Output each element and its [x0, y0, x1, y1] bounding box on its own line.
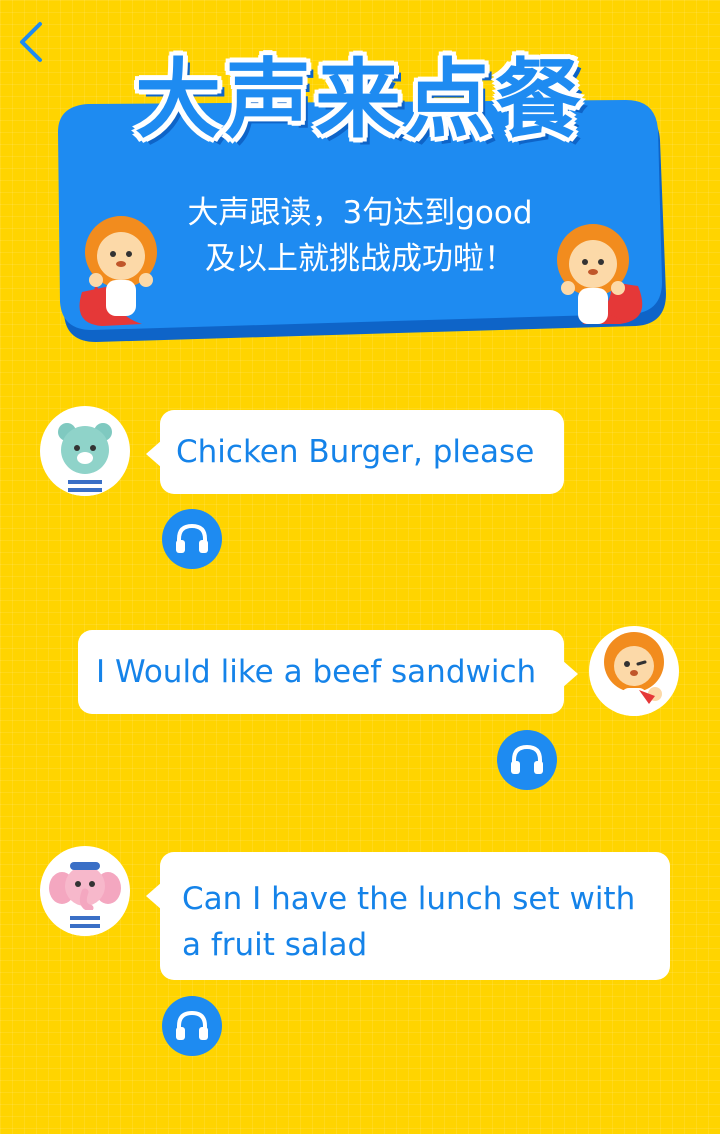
headphones-icon — [511, 744, 543, 774]
headphones-icon — [176, 1010, 208, 1040]
bear-icon — [58, 423, 112, 496]
headphones-icon — [176, 523, 208, 553]
elephant-avatar — [40, 846, 130, 936]
dialogue-bubble-1: Chicken Burger, please — [146, 410, 564, 494]
bear-avatar — [40, 406, 130, 496]
play-audio-button-3[interactable] — [162, 996, 222, 1056]
instructions-text: 大声跟读，3句达到good 及以上就挑战成功啦！ — [152, 190, 568, 282]
elephant-icon — [49, 862, 121, 936]
header-banner: 大声来点餐 大声跟读，3句达到good 及以上就挑战成功啦！ — [52, 24, 668, 354]
back-button[interactable] — [14, 20, 54, 64]
dialogue-text-1: Chicken Burger, please — [176, 434, 535, 470]
bubble-tail — [146, 440, 162, 468]
play-audio-button-2[interactable] — [497, 730, 557, 790]
play-audio-button-1[interactable] — [162, 509, 222, 569]
instructions-line-1: 大声跟读，3句达到good — [187, 195, 533, 231]
dialogue-bubble-2: I Would like a beef sandwich — [78, 630, 578, 714]
lion-mascot-right — [557, 224, 629, 324]
dialogue-text-3-line-2: a fruit salad — [182, 927, 368, 963]
page-title: 大声来点餐 — [135, 50, 585, 150]
instructions-line-2: 及以上就挑战成功啦！ — [205, 241, 515, 277]
lion-avatar — [589, 626, 679, 716]
dialogue-bubble-3: Can I have the lunch set with a fruit sa… — [146, 852, 670, 980]
bubble-tail — [562, 660, 578, 688]
bubble-tail — [146, 882, 162, 910]
lion-icon — [604, 632, 664, 716]
dialogue-text-3-line-1: Can I have the lunch set with — [182, 881, 636, 917]
dialogue-text-2: I Would like a beef sandwich — [96, 654, 537, 690]
lion-mascot-left — [85, 216, 157, 316]
chevron-left-icon — [20, 22, 42, 62]
